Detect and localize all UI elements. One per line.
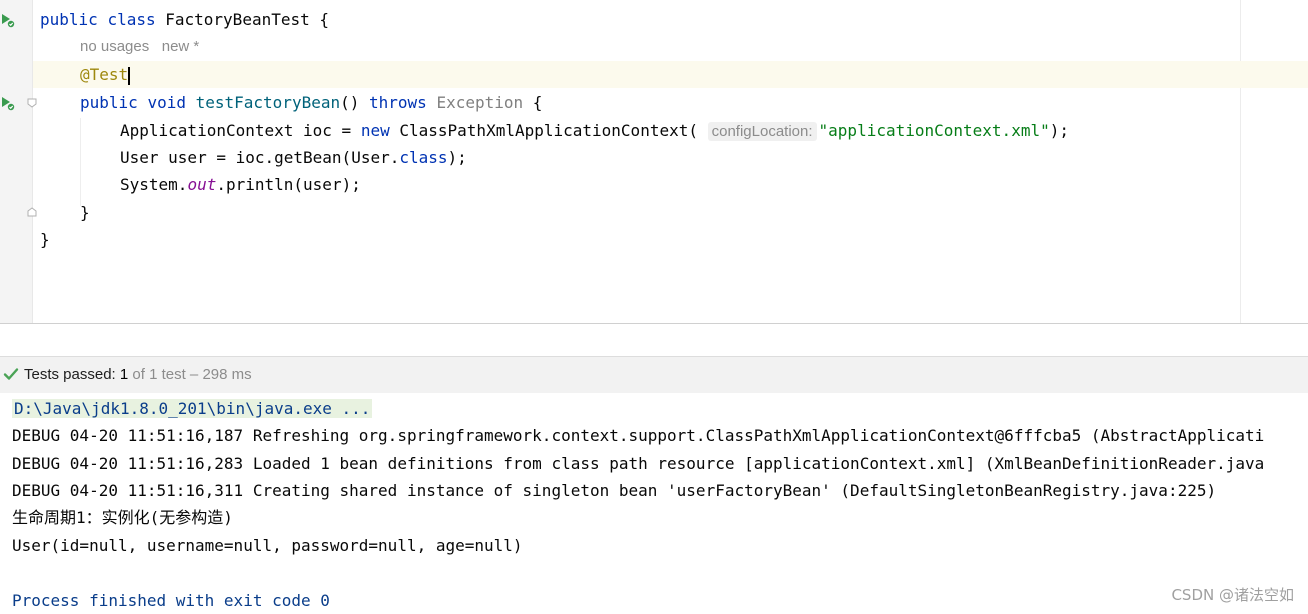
java-exe-path-link[interactable]: D:\Java\jdk1.8.0_201\bin\java.exe ... (12, 399, 373, 418)
keyword: void (147, 93, 186, 112)
console-output[interactable]: D:\Java\jdk1.8.0_201\bin\java.exe ... DE… (0, 393, 1308, 614)
process-finished-line: Process finished with exit code 0 (12, 591, 330, 610)
code-text: User user = ioc.getBean(User. (120, 148, 400, 167)
exception-type: Exception (436, 93, 524, 112)
console-line[interactable]: D:\Java\jdk1.8.0_201\bin\java.exe ... (12, 395, 373, 422)
current-line-highlight (33, 61, 1308, 88)
string-literal: "applicationContext.xml" (818, 121, 1050, 140)
unfold-icon[interactable] (27, 207, 37, 217)
code-vision-hints[interactable]: no usages new * (80, 38, 199, 55)
method-close-brace[interactable]: } (80, 199, 90, 226)
keyword: throws (369, 93, 427, 112)
code-line-getbean[interactable]: User user = ioc.getBean(User.class); (120, 144, 467, 171)
panel-divider[interactable] (0, 323, 1308, 357)
keyword: public (40, 10, 98, 29)
code-text: ); (1049, 121, 1069, 140)
class-name: FactoryBeanTest (165, 10, 310, 29)
right-margin-guide (1240, 0, 1241, 323)
code-text: .println(user); (216, 175, 361, 194)
tests-passed-detail: of 1 test – 298 ms (128, 366, 252, 383)
author-hint[interactable]: new * (162, 38, 200, 55)
console-line: User(id=null, username=null, password=nu… (12, 536, 523, 555)
code-line-context[interactable]: ApplicationContext ioc = new ClassPathXm… (120, 117, 1069, 144)
method-declaration-line[interactable]: public void testFactoryBean() throws Exc… (80, 89, 542, 116)
class-declaration-line[interactable]: public class FactoryBeanTest { (40, 6, 329, 33)
console-line: DEBUG 04-20 11:51:16,311 Creating shared… (12, 481, 1217, 500)
console-line: DEBUG 04-20 11:51:16,283 Loaded 1 bean d… (12, 454, 1265, 473)
code-text: System. (120, 175, 188, 194)
keyword: class (399, 148, 448, 167)
parameter-name-hint: configLocation: (707, 122, 817, 141)
csdn-watermark: CSDN @诸法空如 (1171, 586, 1294, 604)
console-line: DEBUG 04-20 11:51:16,187 Refreshing org.… (12, 426, 1265, 445)
keyword: new (360, 121, 390, 140)
annotation-line[interactable]: @Test (80, 61, 131, 88)
static-field: out (187, 175, 217, 194)
method-name: testFactoryBean (195, 93, 341, 112)
brace: { (532, 93, 543, 112)
brace: } (40, 230, 50, 249)
code-line-println[interactable]: System.out.println(user); (120, 171, 361, 198)
code-text: ApplicationContext ioc = (120, 121, 361, 140)
fold-icon[interactable] (27, 98, 37, 108)
test-annotation: @Test (80, 65, 129, 84)
keyword: public (80, 93, 138, 112)
test-results-status-bar: Tests passed: 1 of 1 test – 298 ms (0, 356, 1308, 394)
code-text: ClassPathXmlApplicationContext( (389, 121, 698, 140)
run-method-icon[interactable] (0, 95, 16, 111)
code-text: ); (447, 148, 467, 167)
indent-guide (80, 118, 81, 206)
usages-hint[interactable]: no usages (80, 38, 149, 55)
check-icon (3, 368, 19, 380)
editor-gutter[interactable] (0, 0, 33, 323)
class-close-brace[interactable]: } (40, 226, 50, 253)
brace: { (319, 10, 330, 29)
console-line: 生命周期1：实例化(无参构造) (12, 508, 233, 527)
keyword: class (107, 10, 156, 29)
tests-passed-count: 1 (119, 366, 129, 383)
run-class-icon[interactable] (0, 12, 16, 28)
params: () (340, 93, 360, 112)
code-editor[interactable]: public class FactoryBeanTest { no usages… (0, 0, 1308, 323)
tests-passed-text: Tests passed: (24, 366, 120, 383)
tests-passed-label: Tests passed: 1 of 1 test – 298 ms (24, 366, 252, 383)
brace: } (80, 203, 90, 222)
text-caret (128, 66, 131, 85)
